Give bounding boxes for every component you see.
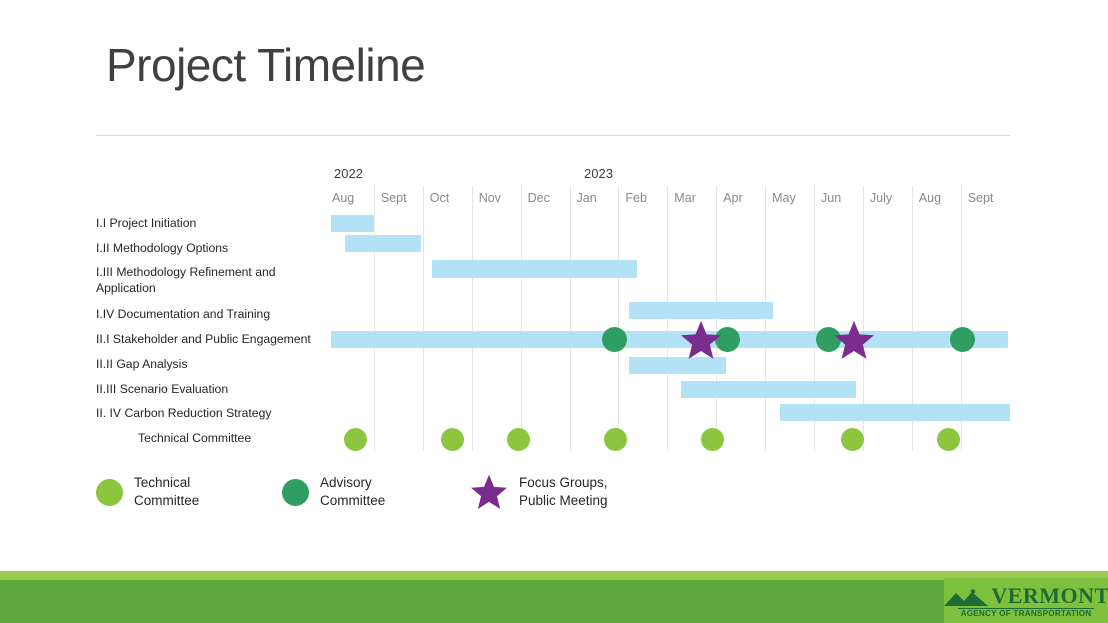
task-label-7: II. IV Carbon Reduction Strategy <box>96 406 272 420</box>
task-label-4: II.I Stakeholder and Public Engagement <box>96 332 311 346</box>
month-label-11: July <box>869 191 893 205</box>
task-label-6: II.III Scenario Evaluation <box>96 382 229 396</box>
technical-committee-row-label: Technical Committee <box>138 431 252 445</box>
technical-committee-dot-1 <box>441 428 464 451</box>
focus-group-star-1 <box>833 320 875 360</box>
vermont-aot-logo: VERMONT AGENCY OF TRANSPORTATION <box>944 578 1108 623</box>
month-label-2: Oct <box>429 191 450 205</box>
gridline-1 <box>373 186 375 451</box>
technical-committee-dot-6 <box>937 428 960 451</box>
gridline-3 <box>471 186 473 451</box>
star-icon <box>470 474 508 510</box>
circle-icon <box>96 478 123 506</box>
legend-item-advisory-committee: Advisory Committee <box>282 474 385 510</box>
circle-icon <box>282 478 309 506</box>
gridline-5 <box>569 186 571 451</box>
chart-legend: Technical Committee Advisory Committee Foc… <box>96 474 656 532</box>
month-label-7: Mar <box>674 191 696 205</box>
advisory-committee-dot-0 <box>602 327 627 352</box>
task-bar-0 <box>331 215 374 232</box>
gridline-4 <box>520 186 522 451</box>
task-label-0: I.I Project Initiation <box>96 216 197 230</box>
year-label-2023: 2023 <box>584 166 613 181</box>
task-label-2: I.III Methodology Refinement and Applica… <box>96 265 276 295</box>
month-label-8: Apr <box>723 191 743 205</box>
task-bar-7 <box>780 404 1010 421</box>
year-label-2022: 2022 <box>334 166 363 181</box>
technical-committee-dot-2 <box>507 428 530 451</box>
logo-top-row: VERMONT <box>942 582 1108 608</box>
month-label-0: Aug <box>332 191 355 205</box>
focus-group-star-0 <box>680 320 722 360</box>
task-bar-1 <box>345 235 421 252</box>
task-bar-4 <box>331 331 1008 348</box>
task-label-1: I.II Methodology Options <box>96 241 229 255</box>
legend-label-advisory-committee: Advisory Committee <box>320 475 386 509</box>
gridline-2 <box>422 186 424 451</box>
month-label-13: Sept <box>967 191 994 205</box>
month-label-12: Aug <box>918 191 942 205</box>
gridline-6 <box>618 186 620 451</box>
month-label-1: Sept <box>380 191 407 205</box>
month-label-3: Nov <box>478 191 501 205</box>
task-bar-3 <box>629 302 773 319</box>
legend-item-focus-groups: Focus Groups, Public Meeting <box>470 474 608 510</box>
advisory-committee-dot-3 <box>950 327 975 352</box>
task-label-5: II.II Gap Analysis <box>96 357 188 371</box>
task-bar-2 <box>432 260 637 278</box>
logo-subtitle: AGENCY OF TRANSPORTATION <box>960 609 1092 619</box>
task-bar-6 <box>681 381 856 398</box>
technical-committee-dot-4 <box>701 428 724 451</box>
technical-committee-dot-5 <box>841 428 864 451</box>
footer-accent-bar <box>0 571 1108 580</box>
logo-wordmark: VERMONT <box>991 582 1108 608</box>
month-label-9: May <box>772 191 796 205</box>
task-label-3: I.IV Documentation and Training <box>96 307 271 321</box>
month-label-10: Jun <box>821 191 842 205</box>
legend-label-technical-committee: Technical Committee <box>134 475 200 509</box>
legend-item-technical-committee: Technical Committee <box>96 474 199 510</box>
month-label-6: Feb <box>625 191 647 205</box>
mountain-icon <box>942 588 990 607</box>
technical-committee-dot-0 <box>344 428 367 451</box>
legend-label-focus-groups: Focus Groups, Public Meeting <box>519 475 608 509</box>
technical-committee-dot-3 <box>604 428 627 451</box>
month-label-4: Dec <box>527 191 550 205</box>
gantt-chart: 2022 2023 Aug Sept Oct Nov Dec Jan Feb Mar Apr May… <box>0 0 1108 470</box>
month-label-5: Jan <box>576 191 597 205</box>
